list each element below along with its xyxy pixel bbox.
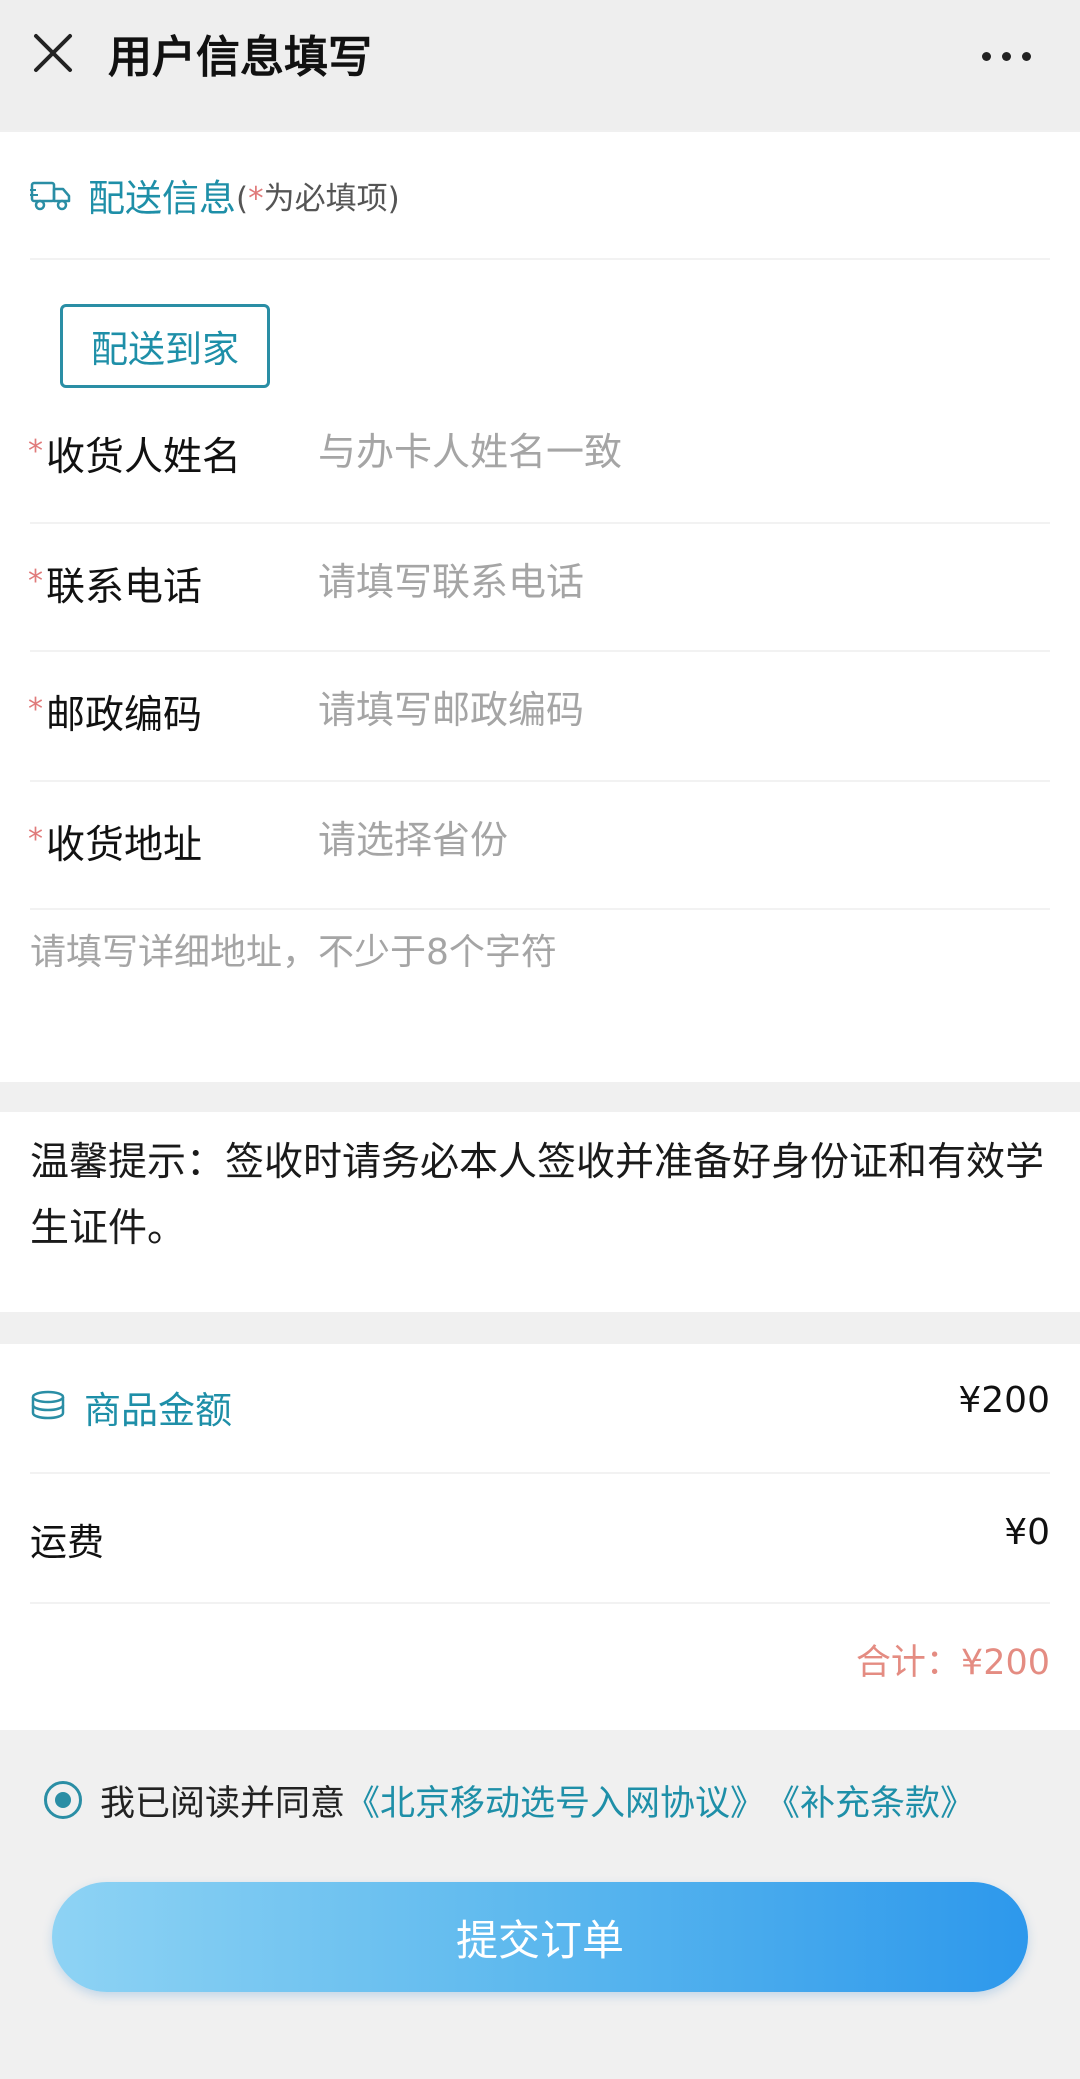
required-star: * <box>28 822 43 857</box>
phone-label: 联系电话 <box>46 565 203 610</box>
detail-address-input[interactable] <box>30 922 1030 982</box>
radio-checked-dot <box>55 1792 71 1808</box>
goods-amount-label: 商品金额 <box>30 1380 232 1434</box>
delivery-section-label: 配送信息 <box>88 177 236 220</box>
address-row: * 收货地址 <box>0 792 1080 888</box>
goods-amount-value: ¥200 <box>958 1380 1050 1421</box>
divider <box>30 522 1050 524</box>
agreement-radio[interactable] <box>44 1781 82 1819</box>
tip-text: 温馨提示：签收时请务必本人签收并准备好身份证和有效学生证件。 <box>30 1140 1045 1251</box>
divider <box>30 1472 1050 1474</box>
network-agreement-link[interactable]: 《北京移动选号入网协议》 <box>345 1775 765 1826</box>
divider <box>30 258 1050 260</box>
more-button[interactable] <box>982 52 1032 64</box>
receiver-name-row: * 收货人姓名 <box>0 404 1080 500</box>
required-star: * <box>248 180 264 217</box>
more-icon <box>982 52 991 61</box>
close-icon <box>34 34 72 72</box>
divider <box>30 650 1050 652</box>
required-star: * <box>28 692 43 727</box>
goods-amount-row: 商品金额 ¥200 <box>0 1344 1080 1464</box>
required-note: (*为必填项) <box>236 180 400 217</box>
amount-card: 商品金额 ¥200 运费 ¥0 合计：¥200 <box>0 1344 1080 1730</box>
postcode-input[interactable] <box>318 680 1038 740</box>
tip-card: 温馨提示：签收时请务必本人签收并准备好身份证和有效学生证件。 <box>0 1112 1080 1312</box>
postcode-row: * 邮政编码 <box>0 662 1080 758</box>
truck-icon <box>30 181 71 211</box>
receiver-name-label: 收货人姓名 <box>46 435 242 480</box>
shipping-value: ¥0 <box>1004 1512 1050 1553</box>
submit-order-button[interactable]: 提交订单 <box>52 1882 1028 1992</box>
total-amount: 合计：¥200 <box>855 1643 1050 1683</box>
deliver-home-button[interactable]: 配送到家 <box>60 304 270 388</box>
divider <box>30 780 1050 782</box>
shipping-row: 运费 ¥0 <box>0 1476 1080 1596</box>
agreement-row: 我已阅读并同意 《北京移动选号入网协议》 《补充条款》 <box>44 1770 975 1830</box>
address-label: 收货地址 <box>46 823 203 868</box>
receiver-name-input[interactable] <box>318 422 1038 482</box>
divider <box>30 908 1050 910</box>
phone-row: * 联系电话 <box>0 534 1080 630</box>
province-select[interactable] <box>318 810 1038 870</box>
page-title: 用户信息填写 <box>108 32 372 83</box>
agreement-text: 我已阅读并同意 <box>100 1783 346 1824</box>
required-star: * <box>28 434 43 469</box>
close-button[interactable] <box>30 30 80 80</box>
shipping-label: 运费 <box>30 1521 104 1564</box>
divider <box>30 1602 1050 1604</box>
delivery-section-header: 配送信息 (*为必填项) <box>30 170 400 220</box>
required-star: * <box>28 564 43 599</box>
phone-input[interactable] <box>318 552 1038 612</box>
supplementary-terms-link[interactable]: 《补充条款》 <box>765 1775 975 1826</box>
top-bar: 用户信息填写 <box>0 0 1080 130</box>
postcode-label: 邮政编码 <box>46 693 203 738</box>
delivery-card: 配送信息 (*为必填项) 配送到家 * 收货人姓名 * 联系电话 * 邮政编码 … <box>0 132 1080 1082</box>
coins-icon <box>31 1390 65 1420</box>
